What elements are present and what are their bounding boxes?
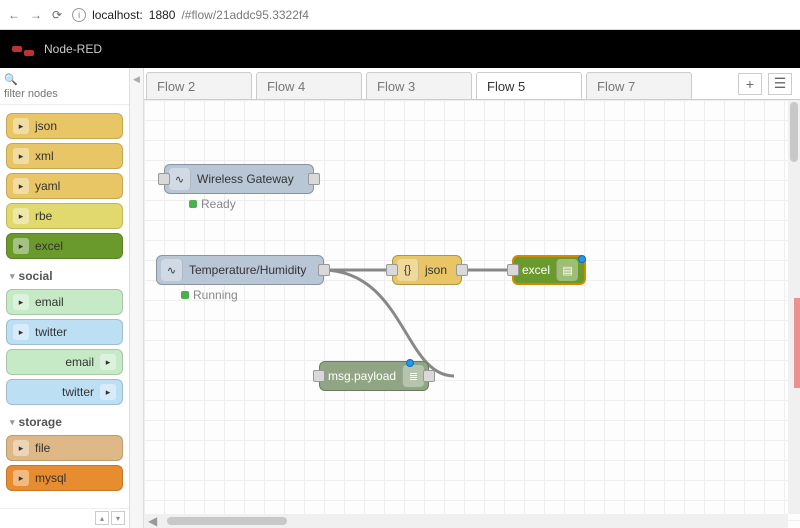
node-excel[interactable]: excel ▤ (512, 255, 586, 285)
changed-dot-icon (578, 255, 586, 263)
port-out[interactable] (318, 264, 330, 276)
palette-node-label: file (35, 441, 50, 455)
palette-node-label: json (35, 119, 57, 133)
json-icon: {} (397, 259, 419, 281)
list-tabs-button[interactable]: ☰ (768, 73, 792, 95)
port-in[interactable] (313, 370, 325, 382)
status-dot-icon (181, 291, 189, 299)
port-in[interactable] (386, 264, 398, 276)
browser-toolbar: ← → ⟳ i localhost: 1880 /#flow/21addc95.33… (0, 0, 800, 30)
palette-node-rbe[interactable]: ▸ rbe (6, 203, 123, 229)
palette-node-xml[interactable]: ▸ xml (6, 143, 123, 169)
reload-icon[interactable]: ⟳ (52, 8, 62, 22)
category-label: storage (19, 415, 62, 429)
palette-node-twitter[interactable]: ▸ twitter (6, 379, 123, 405)
url-path: /#flow/21addc95.3322f4 (181, 8, 308, 22)
palette-category-storage[interactable]: storage (6, 409, 123, 431)
status-text: Running (193, 288, 238, 302)
status-text: Ready (201, 197, 236, 211)
node-type-icon: ▸ (13, 148, 29, 164)
palette-node-label: yaml (35, 179, 60, 193)
node-type-icon: ▸ (13, 324, 29, 340)
node-label: json (425, 263, 447, 277)
deploy-indicator (794, 298, 800, 388)
palette-node-mysql[interactable]: ▸ mysql (6, 465, 123, 491)
node-label: Wireless Gateway (197, 172, 294, 186)
node-type-icon: ▸ (13, 294, 29, 310)
palette-footer: ▴ ▾ (0, 508, 129, 528)
node-type-icon: ▸ (13, 208, 29, 224)
palette-node-email[interactable]: ▸ email (6, 289, 123, 315)
editor-area: Flow 2Flow 4Flow 3Flow 5Flow 7 + ☰ ∿ Wir… (144, 68, 800, 528)
palette-node-label: twitter (35, 325, 67, 339)
filter-box: 🔍 (0, 68, 129, 105)
port-out[interactable] (308, 173, 320, 185)
node-type-icon: ▸ (13, 118, 29, 134)
back-icon[interactable]: ← (8, 8, 20, 22)
port-out[interactable] (423, 370, 435, 382)
file-icon: ▤ (556, 259, 578, 281)
palette-node-label: xml (35, 149, 54, 163)
port-in[interactable] (158, 173, 170, 185)
app-header: Node-RED (0, 30, 800, 68)
url-host: localhost: (92, 8, 143, 22)
palette-category-social[interactable]: social (6, 263, 123, 285)
node-debug[interactable]: msg.payload ≣ (319, 361, 429, 391)
node-label: Temperature/Humidity (189, 263, 306, 277)
tab-flow-7[interactable]: Flow 7 (586, 72, 692, 99)
palette-node-twitter[interactable]: ▸ twitter (6, 319, 123, 345)
node-label: excel (522, 263, 550, 277)
node-type-icon: ▸ (13, 440, 29, 456)
tab-flow-3[interactable]: Flow 3 (366, 72, 472, 99)
node-type-icon: ▸ (13, 178, 29, 194)
palette-node-json[interactable]: ▸ json (6, 113, 123, 139)
palette-node-label: rbe (35, 209, 52, 223)
horizontal-scrollbar[interactable]: ◀ (144, 514, 788, 528)
palette-node-yaml[interactable]: ▸ yaml (6, 173, 123, 199)
tab-flow-2[interactable]: Flow 2 (146, 72, 252, 99)
palette-node-label: email (65, 355, 94, 369)
category-label: social (19, 269, 53, 283)
filter-input[interactable] (4, 88, 125, 100)
search-icon: 🔍 (4, 74, 18, 86)
forward-icon[interactable]: → (30, 8, 42, 22)
node-wireless-gateway[interactable]: ∿ Wireless Gateway Ready (164, 164, 314, 194)
tab-flow-5[interactable]: Flow 5 (476, 72, 582, 99)
node-type-icon: ▸ (100, 354, 116, 370)
port-in[interactable] (507, 264, 519, 276)
collapse-up-icon[interactable]: ▴ (95, 511, 109, 525)
palette-node-label: twitter (62, 385, 94, 399)
status-dot-icon (189, 200, 197, 208)
changed-dot-icon (406, 359, 414, 367)
palette-node-label: mysql (35, 471, 66, 485)
palette-node-email[interactable]: ▸ email (6, 349, 123, 375)
node-type-icon: ▸ (100, 384, 116, 400)
node-type-icon: ▸ (13, 238, 29, 254)
info-icon[interactable]: i (72, 8, 86, 22)
wave-icon: ∿ (169, 168, 191, 190)
palette-node-file[interactable]: ▸ file (6, 435, 123, 461)
palette-sidebar: 🔍 ▸ json ▸ xml ▸ yaml ▸ rbe ▸ excel social ▸ email… (0, 68, 130, 528)
palette-list[interactable]: ▸ json ▸ xml ▸ yaml ▸ rbe ▸ excel social ▸ email ▸ t… (0, 105, 129, 508)
add-tab-button[interactable]: + (738, 73, 762, 95)
address-bar[interactable]: i localhost: 1880 /#flow/21addc95.3322f4 (72, 8, 309, 22)
port-out[interactable] (456, 264, 468, 276)
app-title: Node-RED (44, 42, 102, 56)
node-label: msg.payload (328, 369, 396, 383)
wave-icon: ∿ (161, 259, 183, 281)
logo-icon (12, 46, 34, 52)
palette-node-excel[interactable]: ▸ excel (6, 233, 123, 259)
node-type-icon: ▸ (13, 470, 29, 486)
tab-flow-4[interactable]: Flow 4 (256, 72, 362, 99)
collapse-down-icon[interactable]: ▾ (111, 511, 125, 525)
node-json[interactable]: {} json (392, 255, 462, 285)
debug-icon: ≣ (402, 365, 424, 387)
node-temperature-humidity[interactable]: ∿ Temperature/Humidity Running (156, 255, 324, 285)
sidebar-collapse-button[interactable]: ◀ (130, 68, 144, 528)
url-port: 1880 (149, 8, 176, 22)
tab-bar: Flow 2Flow 4Flow 3Flow 5Flow 7 + ☰ (144, 68, 800, 100)
flow-canvas[interactable]: ∿ Wireless Gateway Ready ∿ Temperature/H… (144, 100, 800, 528)
palette-node-label: email (35, 295, 64, 309)
palette-node-label: excel (35, 239, 63, 253)
